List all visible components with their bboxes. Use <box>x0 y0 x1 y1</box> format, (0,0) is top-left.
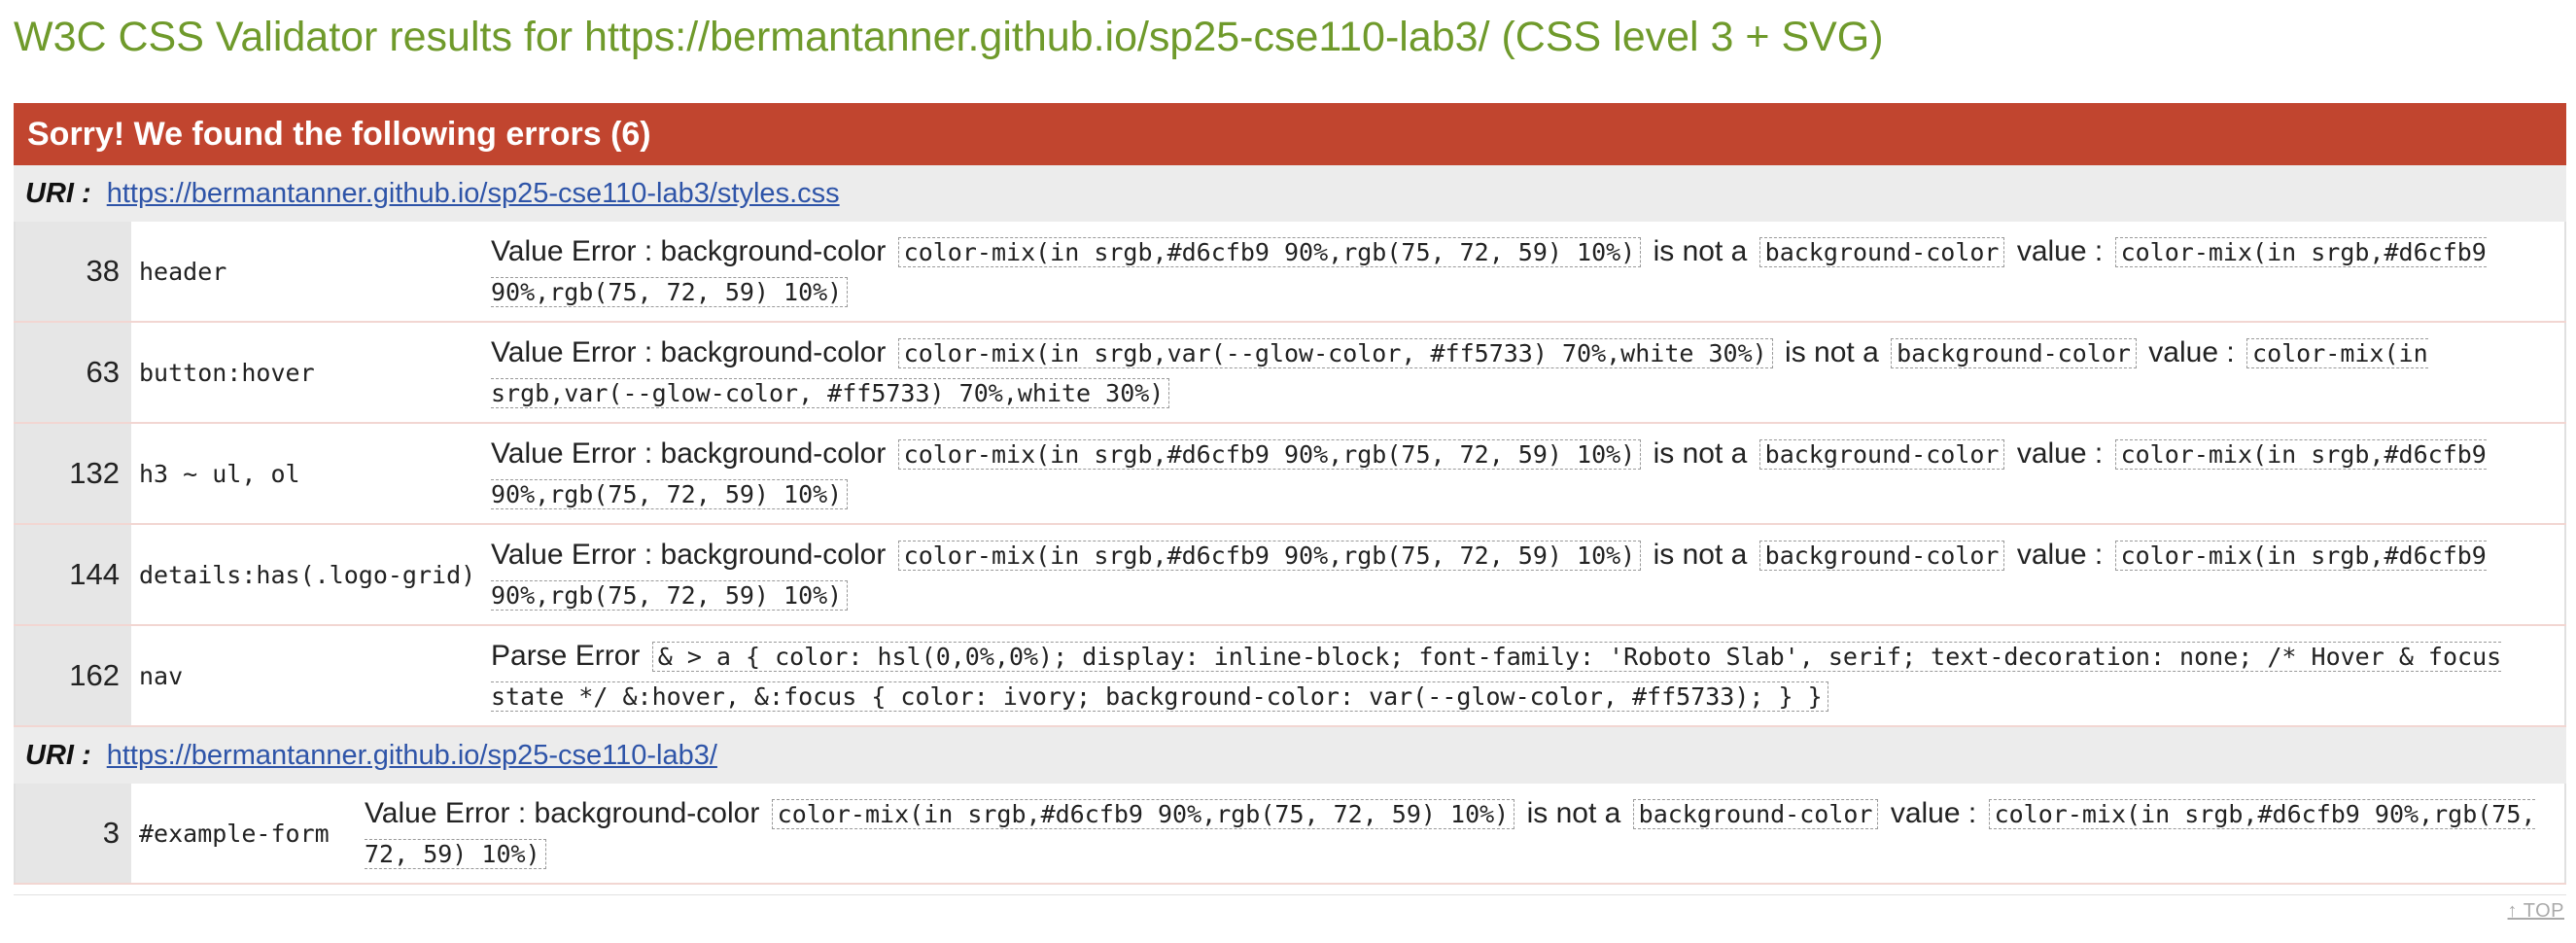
value-label: value : <box>2016 437 2104 470</box>
property-code: background-color <box>1758 541 2005 571</box>
error-message: Value Error : background-color color-mix… <box>491 423 2565 525</box>
error-message: Value Error : background-color color-mix… <box>491 222 2565 323</box>
line-number: 63 <box>15 322 131 424</box>
is-not-a-text: is not a <box>1785 336 1879 368</box>
context: button:hover <box>131 322 491 424</box>
table-row: 132 h3 ~ ul, ol Value Error : background… <box>15 423 2565 525</box>
context: details:has(.logo-grid) <box>131 524 491 626</box>
uri-row: URI : https://bermantanner.github.io/sp2… <box>14 165 2566 222</box>
is-not-a-text: is not a <box>1653 437 1748 470</box>
property-code: background-color <box>1758 237 2005 267</box>
error-type: Parse Error <box>491 640 641 672</box>
error-message: Parse Error & > a { color: hsl(0,0%,0%);… <box>491 625 2565 727</box>
error-type: Value Error : background-color <box>491 539 887 571</box>
property-code: background-color <box>1891 338 2137 368</box>
code-snippet: color-mix(in srgb,#d6cfb9 90%,rgb(75, 72… <box>897 439 1642 470</box>
code-snippet: color-mix(in srgb,#d6cfb9 90%,rgb(75, 72… <box>771 799 1515 829</box>
is-not-a-text: is not a <box>1526 797 1621 829</box>
line-number: 38 <box>15 222 131 323</box>
footer-divider <box>14 894 2566 895</box>
context: header <box>131 222 491 323</box>
error-message: Value Error : background-color color-mix… <box>365 784 2565 885</box>
value-label: value : <box>2016 539 2104 571</box>
error-table-index: 3 #example-form Value Error : background… <box>14 784 2566 885</box>
line-number: 162 <box>15 625 131 727</box>
is-not-a-text: is not a <box>1653 539 1748 571</box>
error-message: Value Error : background-color color-mix… <box>491 524 2565 626</box>
table-row: 162 nav Parse Error & > a { color: hsl(0… <box>15 625 2565 727</box>
uri-label: URI : <box>25 740 91 771</box>
context: h3 ~ ul, ol <box>131 423 491 525</box>
error-message: Value Error : background-color color-mix… <box>491 322 2565 424</box>
errors-banner: Sorry! We found the following errors (6) <box>14 103 2566 165</box>
value-label: value : <box>2148 336 2235 368</box>
property-code: background-color <box>1758 439 2005 470</box>
error-type: Value Error : background-color <box>491 235 887 267</box>
error-type: Value Error : background-color <box>365 797 760 829</box>
is-not-a-text: is not a <box>1653 235 1748 267</box>
code-snippet: color-mix(in srgb,var(--glow-color, #ff5… <box>897 338 1773 368</box>
uri-label: URI : <box>25 178 91 209</box>
results-container: Sorry! We found the following errors (6)… <box>14 103 2566 885</box>
error-type: Value Error : background-color <box>491 336 887 368</box>
page-title: W3C CSS Validator results for https://be… <box>14 14 1884 60</box>
uri-link-index[interactable]: https://bermantanner.github.io/sp25-cse1… <box>107 740 717 771</box>
error-table-styles: 38 header Value Error : background-color… <box>14 222 2566 727</box>
code-snippet: & > a { color: hsl(0,0%,0%); display: in… <box>491 642 2502 712</box>
code-snippet: color-mix(in srgb,#d6cfb9 90%,rgb(75, 72… <box>897 237 1642 267</box>
code-snippet: color-mix(in srgb,#d6cfb9 90%,rgb(75, 72… <box>897 541 1642 571</box>
context: nav <box>131 625 491 727</box>
table-row: 63 button:hover Value Error : background… <box>15 322 2565 424</box>
table-row: 3 #example-form Value Error : background… <box>15 784 2565 885</box>
uri-link-styles[interactable]: https://bermantanner.github.io/sp25-cse1… <box>107 178 840 209</box>
line-number: 132 <box>15 423 131 525</box>
line-number: 144 <box>15 524 131 626</box>
value-label: value : <box>2016 235 2104 267</box>
table-row: 38 header Value Error : background-color… <box>15 222 2565 323</box>
uri-row: URI : https://bermantanner.github.io/sp2… <box>14 727 2566 784</box>
error-type: Value Error : background-color <box>491 437 887 470</box>
property-code: background-color <box>1632 799 1879 829</box>
back-to-top-link[interactable]: ↑ TOP <box>2508 900 2564 923</box>
line-number: 3 <box>15 784 131 885</box>
context: #example-form <box>131 784 365 885</box>
value-label: value : <box>1890 797 1977 829</box>
table-row: 144 details:has(.logo-grid) Value Error … <box>15 524 2565 626</box>
